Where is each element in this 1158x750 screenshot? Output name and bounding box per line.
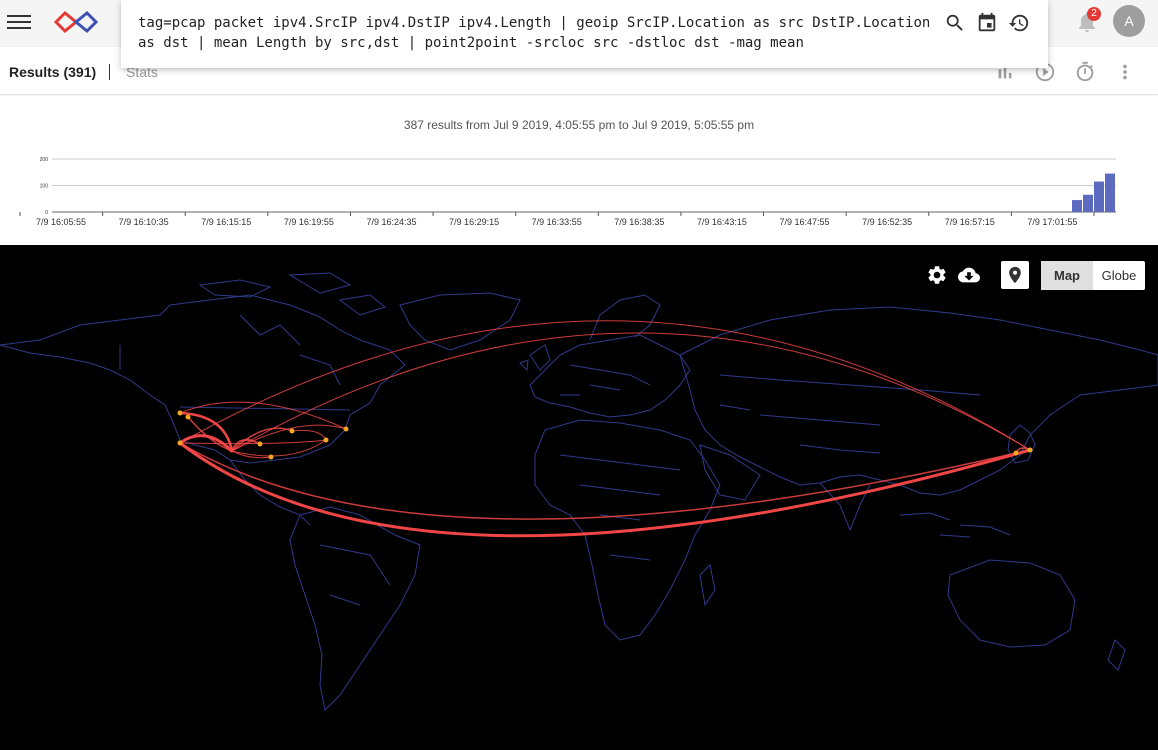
world-map[interactable] [0, 245, 1158, 750]
madagascar-outline [699, 563, 716, 607]
location-pin-button[interactable] [1001, 261, 1029, 289]
histogram-bar [1072, 200, 1082, 212]
x-tick-label: 7/9 16:47:55 [780, 217, 830, 227]
histogram-panel: 387 results from Jul 9 2019, 4:05:55 pm … [0, 96, 1158, 245]
location-point[interactable] [1027, 447, 1033, 453]
map-view-button[interactable]: Map [1041, 261, 1093, 290]
south-america-detail [319, 544, 391, 606]
location-point[interactable] [185, 414, 191, 420]
land-outlines [0, 272, 1158, 712]
location-point[interactable] [257, 441, 263, 447]
history-icon[interactable] [1008, 12, 1030, 34]
north-america-detail [119, 314, 351, 411]
arabia-outline [699, 444, 761, 501]
indonesia-outline [899, 512, 1011, 538]
british-isles-outline [519, 344, 551, 372]
arctic-islands [198, 272, 387, 316]
query-input[interactable]: tag=pcap packet ipv4.SrcIP ipv4.DstIP ip… [138, 13, 938, 53]
tab-results[interactable]: Results (391) [9, 64, 96, 80]
japan-outline [1007, 424, 1036, 464]
connection-arc [231, 427, 293, 452]
asia-detail [719, 374, 981, 454]
histogram-bar [1083, 194, 1093, 212]
results-summary: 387 results from Jul 9 2019, 4:05:55 pm … [403, 118, 755, 132]
location-point[interactable] [177, 440, 183, 446]
map-view-toggle: Map Globe [1041, 261, 1145, 290]
query-line-2: as dst | mean Length by src,dst | point2… [138, 35, 804, 51]
location-point[interactable] [343, 426, 349, 432]
more-vert-icon[interactable] [1114, 61, 1136, 83]
new-zealand-outline [1107, 639, 1126, 671]
calendar-icon[interactable] [976, 12, 998, 34]
logo-icon[interactable] [54, 8, 98, 36]
greenland-outline [399, 292, 521, 351]
tab-divider [109, 64, 110, 80]
south-america-outline [289, 506, 421, 712]
query-line-1: tag=pcap packet ipv4.SrcIP ipv4.DstIP ip… [138, 15, 931, 31]
user-avatar[interactable]: A [1113, 5, 1145, 37]
x-tick-label: 7/9 16:33:55 [532, 217, 582, 227]
x-tick-label: 7/9 16:29:15 [449, 217, 499, 227]
cloud-download-icon[interactable] [958, 264, 980, 286]
location-point[interactable] [268, 454, 274, 460]
x-tick-label: 7/9 16:57:15 [945, 217, 995, 227]
timer-icon[interactable] [1074, 61, 1096, 83]
x-tick-label: 7/9 16:05:55 [36, 217, 86, 227]
location-point[interactable] [1013, 450, 1019, 456]
australia-outline [947, 559, 1076, 648]
histogram-bar [1094, 181, 1104, 212]
location-point[interactable] [177, 410, 183, 416]
globe-view-button[interactable]: Globe [1093, 261, 1145, 290]
point-layer [177, 410, 1033, 460]
x-tick-label: 7/9 16:15:15 [201, 217, 251, 227]
africa-detail [559, 454, 681, 561]
histogram-bar [1105, 173, 1115, 212]
x-tick-label: 7/9 16:52:35 [862, 217, 912, 227]
location-point[interactable] [323, 437, 329, 443]
y-tick-label: 0 [45, 210, 48, 216]
y-tick-label: 200 [40, 157, 49, 163]
histogram-chart[interactable]: 200 100 07/9 16:05:55 7/9 16:10:35 7/9 16:15… [0, 151, 1158, 231]
x-tick-label: 7/9 16:19:55 [284, 217, 334, 227]
settings-icon[interactable] [926, 264, 948, 286]
europe-outline [529, 334, 691, 418]
arc-layer [178, 320, 1032, 538]
x-tick-label: 7/9 16:43:15 [697, 217, 747, 227]
connection-arc [291, 429, 327, 441]
query-box[interactable]: tag=pcap packet ipv4.SrcIP ipv4.DstIP ip… [121, 0, 1048, 68]
notification-count-badge: 2 [1087, 7, 1101, 21]
europe-detail [560, 364, 651, 396]
search-icon[interactable] [944, 12, 966, 34]
y-tick-label: 100 [40, 184, 49, 190]
x-tick-label: 7/9 16:24:35 [366, 217, 416, 227]
map-panel[interactable]: Map Globe [0, 245, 1158, 750]
north-america-outline [0, 294, 406, 464]
x-tick-label: 7/9 16:38:35 [614, 217, 664, 227]
connection-arc [229, 332, 1031, 453]
india-outline [819, 482, 871, 532]
menu-icon[interactable] [7, 12, 31, 32]
x-tick-label: 7/9 17:01:55 [1027, 217, 1077, 227]
x-tick-label: 7/9 16:10:35 [119, 217, 169, 227]
location-point[interactable] [289, 428, 295, 434]
location-pin-icon [1009, 266, 1021, 284]
